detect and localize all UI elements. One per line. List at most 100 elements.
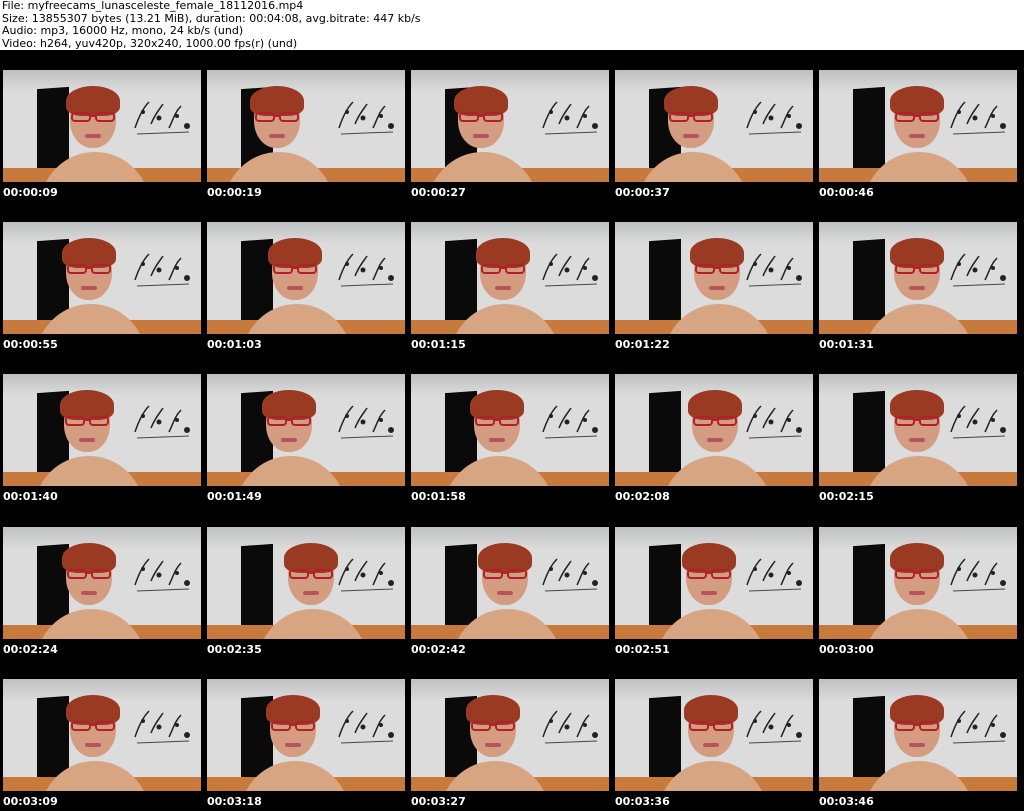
video-frame	[819, 70, 1017, 182]
person-figure	[658, 691, 768, 791]
video-frame	[3, 374, 201, 486]
shoulders	[864, 609, 974, 639]
thumbnail-timestamp: 00:01:03	[207, 338, 262, 351]
glasses-icon	[65, 416, 109, 426]
shoulders	[428, 152, 538, 182]
person-figure	[452, 539, 562, 639]
video-thumbnail: 00:00:37	[612, 50, 815, 202]
video-thumbnail: 00:01:40	[0, 354, 203, 506]
shoulders	[450, 304, 560, 334]
video-thumbnail: 00:03:09	[0, 659, 203, 811]
thumbnail-timestamp: 00:00:27	[411, 186, 466, 199]
lips	[495, 286, 511, 290]
video-thumbnail: 00:02:15	[816, 354, 1019, 506]
video-thumbnail: 00:01:22	[612, 202, 815, 354]
shoulders	[40, 761, 150, 791]
lips	[79, 438, 95, 442]
thumbnail-timestamp: 00:01:15	[411, 338, 466, 351]
thumbnail-timestamp: 00:02:35	[207, 643, 262, 656]
wall-decal-icon	[542, 101, 598, 135]
video-frame	[411, 527, 609, 639]
video-thumbnail: 00:02:24	[0, 507, 203, 659]
shoulders	[36, 304, 146, 334]
glasses-icon	[475, 416, 519, 426]
video-info-line: Video: h264, yuv420p, 320x240, 1000.00 f…	[2, 36, 298, 50]
lips	[701, 591, 717, 595]
shoulders	[34, 456, 144, 486]
thumbnail-timestamp: 00:00:55	[3, 338, 58, 351]
video-frame	[819, 222, 1017, 334]
file-name-line: File: myfreecams_lunasceleste_female_181…	[2, 0, 304, 12]
shoulders	[258, 609, 368, 639]
shoulders	[864, 304, 974, 334]
glasses-icon	[67, 264, 111, 274]
lips	[85, 134, 101, 138]
thumbnail-timestamp: 00:00:19	[207, 186, 262, 199]
thumbnail-timestamp: 00:03:09	[3, 795, 58, 808]
person-figure	[864, 539, 974, 639]
video-thumbnail: 00:03:18	[204, 659, 407, 811]
shoulders	[444, 456, 554, 486]
shoulders	[240, 761, 350, 791]
glasses-icon	[483, 569, 527, 579]
thumbnail-timestamp: 00:01:22	[615, 338, 670, 351]
thumbnail-timestamp: 00:02:24	[3, 643, 58, 656]
shoulders	[452, 609, 562, 639]
person-figure	[34, 386, 144, 486]
video-frame	[207, 679, 405, 791]
thumbnail-timestamp: 00:02:42	[411, 643, 466, 656]
video-frame	[819, 527, 1017, 639]
glasses-icon	[695, 264, 739, 274]
video-thumbnail: 00:00:46	[816, 50, 1019, 202]
video-thumbnail: 00:02:35	[204, 507, 407, 659]
shoulders	[864, 152, 974, 182]
thumbnail-timestamp: 00:01:49	[207, 490, 262, 503]
lips	[707, 438, 723, 442]
video-frame	[207, 374, 405, 486]
lips	[303, 591, 319, 595]
lips	[683, 134, 699, 138]
thumbnail-grid: 00:00:09 00:00:19 00:00:27 00:00:37 00:00:46…	[0, 50, 1024, 811]
glasses-icon	[895, 569, 939, 579]
lips	[285, 743, 301, 747]
video-frame	[411, 374, 609, 486]
shoulders	[658, 761, 768, 791]
glasses-icon	[289, 569, 333, 579]
lips	[485, 743, 501, 747]
shoulders	[638, 152, 748, 182]
glasses-icon	[669, 112, 713, 122]
shoulders	[36, 609, 146, 639]
shoulders	[864, 761, 974, 791]
person-figure	[258, 539, 368, 639]
person-figure	[40, 691, 150, 791]
lips	[497, 591, 513, 595]
glasses-icon	[895, 721, 939, 731]
person-figure	[864, 82, 974, 182]
thumbnail-timestamp: 00:00:37	[615, 186, 670, 199]
video-thumbnail: 00:02:42	[408, 507, 611, 659]
video-frame	[819, 374, 1017, 486]
lips	[81, 591, 97, 595]
glasses-icon	[71, 112, 115, 122]
video-frame	[615, 222, 813, 334]
video-thumbnail: 00:00:19	[204, 50, 407, 202]
glasses-icon	[459, 112, 503, 122]
shoulders	[224, 152, 334, 182]
person-figure	[224, 82, 334, 182]
thumbnail-timestamp: 00:01:58	[411, 490, 466, 503]
person-figure	[662, 386, 772, 486]
audio-info-line: Audio: mp3, 16000 Hz, mono, 24 kb/s (und…	[2, 24, 244, 37]
thumbnail-timestamp: 00:02:08	[615, 490, 670, 503]
glasses-icon	[895, 264, 939, 274]
thumbnail-timestamp: 00:03:46	[819, 795, 874, 808]
video-thumbnail: 00:03:00	[816, 507, 1019, 659]
lips	[703, 743, 719, 747]
person-figure	[864, 386, 974, 486]
video-thumbnail: 00:01:58	[408, 354, 611, 506]
lips	[909, 591, 925, 595]
shoulders	[664, 304, 774, 334]
person-figure	[428, 82, 538, 182]
person-figure	[864, 691, 974, 791]
thumbnail-timestamp: 00:00:46	[819, 186, 874, 199]
video-frame	[819, 679, 1017, 791]
